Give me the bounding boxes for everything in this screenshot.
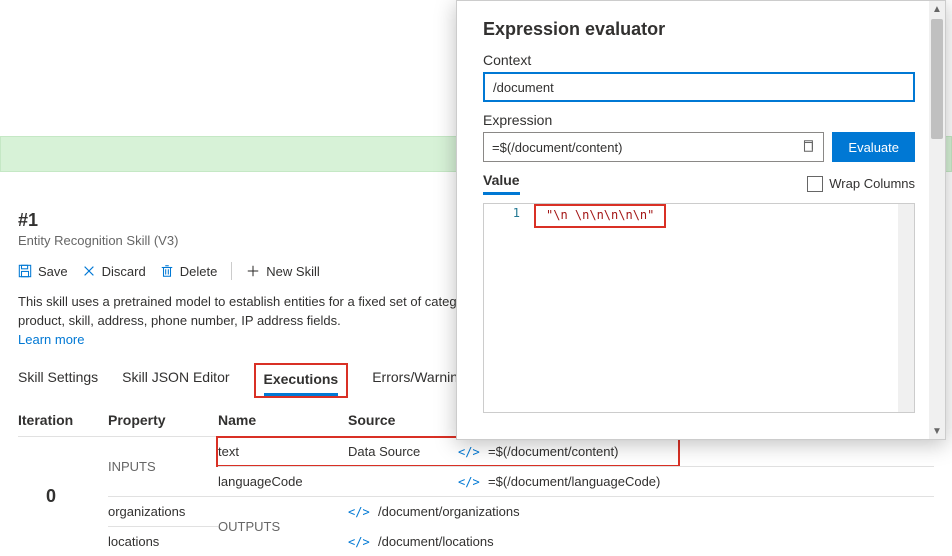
wrap-columns-toggle[interactable]: Wrap Columns [807,176,915,192]
row-path: =$(/document/content) [488,444,748,459]
row-source: Data Source [348,444,458,459]
row-path: /document/organizations [378,504,638,519]
plus-icon [246,264,260,278]
learn-more-link[interactable]: Learn more [18,332,84,347]
save-icon [18,264,32,278]
tab-skill-settings[interactable]: Skill Settings [18,363,98,398]
checkbox-icon [807,176,823,192]
discard-label: Discard [102,264,146,279]
table-row[interactable]: text Data Source </> =$(/document/conten… [218,436,934,466]
new-skill-button[interactable]: New Skill [246,264,319,279]
line-gutter: 1 [484,204,528,412]
col-iteration: Iteration [18,412,108,428]
row-path: /document/locations [378,534,638,549]
new-skill-label: New Skill [266,264,319,279]
tab-executions-highlight: Executions [254,363,349,398]
popover-title: Expression evaluator [483,19,915,40]
code-icon[interactable]: </> [348,505,378,519]
table-row[interactable]: languageCode </> =$(/document/languageCo… [218,466,934,496]
scroll-thumb[interactable] [931,19,943,139]
popover-scrollbar[interactable]: ▲ ▼ [929,1,945,439]
line-number: 1 [513,206,520,220]
expression-value: =$(/document/content) [492,140,622,155]
trash-icon [160,264,174,278]
wrap-columns-label: Wrap Columns [829,176,915,191]
context-label: Context [483,52,915,68]
value-tab[interactable]: Value [483,172,520,195]
scroll-down-icon[interactable]: ▼ [929,423,945,439]
close-icon [82,264,96,278]
col-name: Name [218,412,348,428]
row-name: languageCode [218,474,348,489]
expression-input[interactable]: =$(/document/content) [483,132,824,162]
code-icon[interactable]: </> [348,535,378,549]
property-inputs: INPUTS [108,436,218,496]
row-path: =$(/document/languageCode) [488,474,748,489]
expression-evaluator-popover: Expression evaluator Context /document E… [456,0,946,440]
value-output-box: 1 "\n \n\n\n\n\n" [483,203,915,413]
value-content[interactable]: "\n \n\n\n\n\n" [528,204,672,412]
col-source: Source [348,412,458,428]
table-row[interactable]: organizations </> /document/organization… [108,496,218,526]
save-button[interactable]: Save [18,264,68,279]
row-name: organizations [108,504,238,519]
save-label: Save [38,264,68,279]
value-text-highlight: "\n \n\n\n\n\n" [534,204,666,228]
expression-label: Expression [483,112,915,128]
code-icon[interactable]: </> [458,445,488,459]
toolbar-divider [231,262,232,280]
scroll-up-icon[interactable]: ▲ [929,1,945,17]
evaluate-button[interactable]: Evaluate [832,132,915,162]
delete-label: Delete [180,264,218,279]
iteration-value: 0 [18,436,108,556]
table-row[interactable]: locations </> /document/locations [108,526,218,556]
col-property: Property [108,412,218,428]
copy-icon[interactable] [801,139,815,156]
tab-executions[interactable]: Executions [264,365,339,396]
tab-json-editor[interactable]: Skill JSON Editor [122,363,229,398]
code-icon[interactable]: </> [458,475,488,489]
context-input[interactable]: /document [483,72,915,102]
context-value: /document [493,80,554,95]
row-name: locations [108,534,238,549]
value-scrollbar[interactable] [898,204,914,412]
row-name: text [218,444,348,459]
delete-button[interactable]: Delete [160,264,218,279]
discard-button[interactable]: Discard [82,264,146,279]
